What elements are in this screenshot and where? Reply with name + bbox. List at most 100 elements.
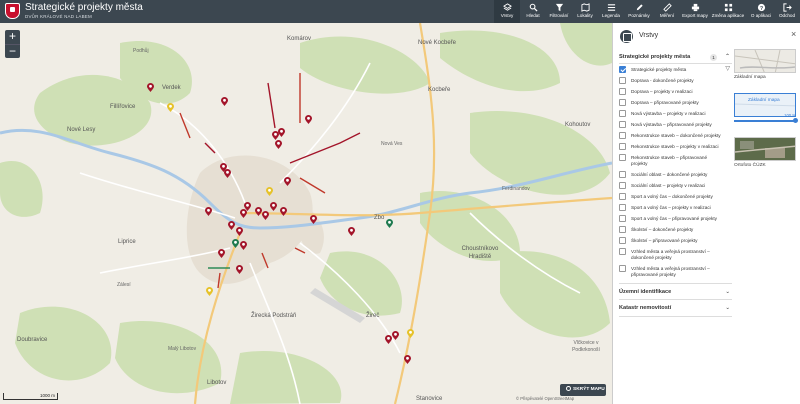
layer-checkbox[interactable]: [619, 99, 626, 106]
app-header: Strategické projekty města DVŮR KRÁLOVÉ …: [0, 0, 800, 23]
layer-section-cadastre[interactable]: Katastr nemovitostí ⌄: [619, 300, 732, 317]
layer-checkbox[interactable]: [619, 237, 626, 244]
project-marker[interactable]: [386, 215, 393, 228]
layer-item[interactable]: Rekonstrukce staveb – projekty v realiza…: [619, 141, 732, 152]
layer-item[interactable]: Sport a volný čas – připravované projekt…: [619, 213, 732, 224]
toolbar-about-button[interactable]: ? O aplikaci: [746, 0, 776, 23]
layer-checkbox[interactable]: [619, 110, 626, 117]
map-canvas[interactable]: Komárov Nové Kocbeře Podhůj Verdek Kocbe…: [0, 23, 612, 404]
zoom-out-button[interactable]: −: [5, 44, 20, 58]
project-marker[interactable]: [270, 198, 277, 211]
layer-checkbox[interactable]: [619, 193, 626, 200]
project-marker[interactable]: [232, 235, 239, 248]
project-marker[interactable]: [206, 283, 213, 296]
project-marker[interactable]: [275, 136, 282, 149]
project-marker[interactable]: [218, 245, 225, 258]
basemap-option-active[interactable]: Základní mapa 100 %: [734, 93, 798, 133]
filter-icon[interactable]: ▽: [725, 66, 730, 72]
place-label: Nové Kocbeře: [418, 40, 457, 46]
project-marker[interactable]: [407, 325, 414, 338]
toolbar-localities-button[interactable]: Lokality: [572, 0, 598, 23]
layer-item[interactable]: Školství – připravované projekty: [619, 235, 732, 246]
layer-item[interactable]: Doprava – připravované projekty: [619, 97, 732, 108]
project-marker[interactable]: [224, 165, 231, 178]
layer-checkbox[interactable]: [619, 248, 626, 255]
place-label: Komárov: [287, 36, 312, 42]
layer-item[interactable]: Doprava - dokončené projekty: [619, 75, 732, 86]
layer-item[interactable]: Rekonstrukce staveb – připravované proje…: [619, 152, 732, 169]
zoom-in-button[interactable]: +: [5, 30, 20, 44]
layer-item[interactable]: Vzhled města a veřejná prostranství – do…: [619, 246, 732, 263]
project-marker[interactable]: [284, 173, 291, 186]
layer-checkbox[interactable]: [619, 215, 626, 222]
toolbar-change-app-button[interactable]: Změna aplikace: [710, 0, 746, 23]
toolbar-layers-button[interactable]: Vrstvy: [494, 0, 520, 23]
project-marker[interactable]: [404, 351, 411, 364]
basemap-option[interactable]: Základní mapa: [734, 49, 796, 89]
layer-item[interactable]: Sport a volný čas – projekty v realizaci: [619, 202, 732, 213]
layer-item[interactable]: Rekonstrukce staveb – dokončené projekty: [619, 130, 732, 141]
close-icon[interactable]: ×: [791, 29, 796, 39]
layer-item[interactable]: Sociální oblast – dokončené projekty: [619, 169, 732, 180]
layer-checkbox[interactable]: [619, 66, 626, 73]
layer-item[interactable]: Sport a volný čas – dokončené projekty: [619, 191, 732, 202]
layer-item[interactable]: Doprava – projekty v realizaci: [619, 86, 732, 97]
project-marker[interactable]: [348, 223, 355, 236]
project-marker[interactable]: [255, 203, 262, 216]
map-attribution[interactable]: © Přispěvatelé OpenStreetMap: [516, 396, 574, 401]
opacity-slider[interactable]: [734, 118, 798, 123]
layer-checkbox[interactable]: [619, 182, 626, 189]
project-marker[interactable]: [240, 205, 247, 218]
project-marker[interactable]: [147, 79, 154, 92]
project-marker[interactable]: [310, 211, 317, 224]
toolbar-notes-button[interactable]: Poznámky: [624, 0, 654, 23]
project-marker[interactable]: [305, 111, 312, 124]
project-marker[interactable]: [392, 327, 399, 340]
project-marker[interactable]: [278, 124, 285, 137]
layer-item[interactable]: Strategické projekty města ▽: [619, 64, 732, 75]
project-marker[interactable]: [236, 223, 243, 236]
basemap-option[interactable]: Ortofoto ČÚZK: [734, 137, 796, 177]
layer-checkbox[interactable]: [619, 171, 626, 178]
layer-checkbox[interactable]: [619, 143, 626, 150]
layer-item[interactable]: Nová výstavba – připravované projekty: [619, 119, 732, 130]
project-marker[interactable]: [262, 207, 269, 220]
layer-section-territorial-identification[interactable]: Územní identifikace ⌄: [619, 283, 732, 300]
layer-checkbox[interactable]: [619, 204, 626, 211]
layer-item[interactable]: Vzhled města a veřejná prostranství – př…: [619, 263, 732, 280]
layer-checkbox[interactable]: [619, 265, 626, 272]
layer-checkbox[interactable]: [619, 88, 626, 95]
project-marker[interactable]: [228, 217, 235, 230]
place-label: Stanovice: [416, 396, 443, 402]
layer-checkbox[interactable]: [619, 154, 626, 161]
toolbar-filter-button[interactable]: Filtrování: [546, 0, 572, 23]
layers-icon: [502, 3, 512, 11]
layer-checkbox[interactable]: [619, 132, 626, 139]
toolbar-logout-button[interactable]: Odchod: [776, 0, 798, 23]
project-marker[interactable]: [280, 203, 287, 216]
project-marker[interactable]: [205, 203, 212, 216]
project-marker[interactable]: [167, 99, 174, 112]
place-label: Doubravice: [17, 337, 48, 343]
project-marker[interactable]: [236, 261, 243, 274]
hide-map-button[interactable]: SKRÝT MAPU: [560, 384, 606, 396]
project-marker[interactable]: [385, 331, 392, 344]
toolbar-measure-button[interactable]: Měření: [654, 0, 680, 23]
layer-checkbox[interactable]: [619, 226, 626, 233]
layer-item[interactable]: Školství – dokončené projekty: [619, 224, 732, 235]
project-marker[interactable]: [240, 237, 247, 250]
project-marker[interactable]: [266, 183, 273, 196]
layer-item[interactable]: Nová výstavba – projekty v realizaci: [619, 108, 732, 119]
toolbar: Vrstvy Hledat Filtrování Lokality Legend…: [494, 0, 798, 23]
toolbar-export-button[interactable]: Export mapy: [680, 0, 710, 23]
layer-checkbox[interactable]: [619, 121, 626, 128]
hide-map-label: SKRÝT MAPU: [573, 387, 605, 392]
layer-label: Sport a volný čas – projekty v realizaci: [631, 204, 711, 210]
layer-section-strategic-projects[interactable]: Strategické projekty města 1 ⌃: [619, 50, 732, 64]
project-marker[interactable]: [221, 93, 228, 106]
layer-item[interactable]: Sociální oblast – projekty v realizaci: [619, 180, 732, 191]
toolbar-legend-button[interactable]: Legenda: [598, 0, 624, 23]
layer-checkbox[interactable]: [619, 77, 626, 84]
toolbar-search-button[interactable]: Hledat: [520, 0, 546, 23]
chevron-up-icon[interactable]: ⌃: [725, 50, 730, 64]
